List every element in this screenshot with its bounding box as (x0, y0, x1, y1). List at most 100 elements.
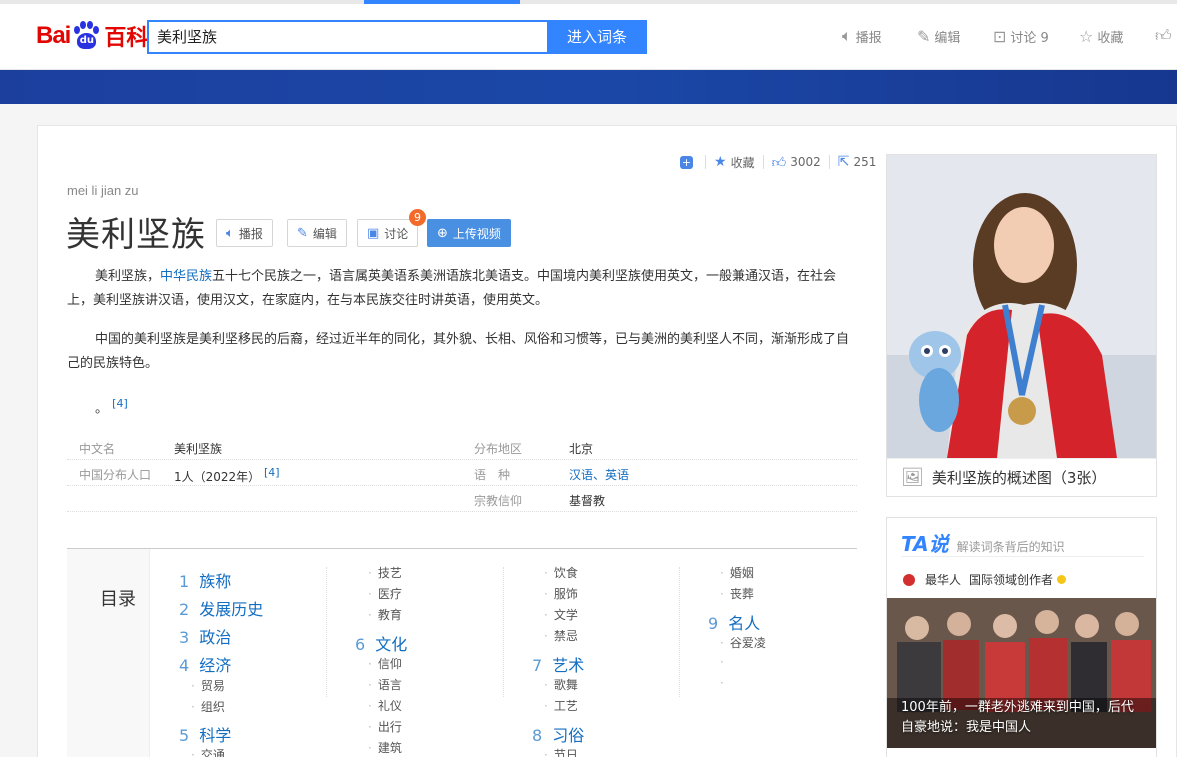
share-icon[interactable]: ⇱ (838, 154, 850, 170)
infobox-value: 北京 (569, 442, 594, 456)
header-collect-label: 收藏 (1097, 30, 1124, 46)
collect-label[interactable]: 收藏 (731, 154, 755, 171)
toc-item[interactable]: 8 习俗 (532, 722, 584, 746)
toc-subitem[interactable]: · 教育 (368, 606, 402, 623)
search-input[interactable]: 美利坚族 (147, 20, 548, 54)
toc-subitem[interactable]: · 礼仪 (368, 697, 402, 714)
toc-item[interactable]: 2 发展历史 (179, 596, 263, 620)
reference-link[interactable]: [4] (264, 466, 280, 479)
toc-item[interactable]: 7 艺术 (532, 652, 584, 676)
header-discuss-button[interactable]: ⊡ 讨论 9 (993, 24, 1049, 48)
toc-subitem[interactable]: · 婚姻 (720, 564, 754, 581)
discuss-label: 讨论 (384, 226, 409, 241)
infobox-value: 基督教 (569, 494, 606, 508)
toc-subitem[interactable]: · 禁忌 (544, 627, 578, 644)
toc-item[interactable]: 3 政治 (179, 624, 231, 648)
comment-icon: ⊡ (993, 26, 1007, 46)
header-collect-button[interactable]: ☆ 收藏 (1079, 24, 1123, 48)
ta-author[interactable]: 最华人 国际领域创作者 (903, 571, 1067, 588)
toc-subitem[interactable]: · 谷爱凌 (720, 634, 766, 651)
pencil-icon: ✎ (917, 26, 931, 46)
toc-subitem[interactable]: · 饮食 (544, 564, 578, 581)
toc-subitem[interactable]: · 工艺 (544, 697, 578, 714)
toc-subitem[interactable]: · 歌舞 (544, 676, 578, 693)
pencil-icon: ✎ (297, 225, 308, 241)
header-discuss-label: 讨论 9 (1010, 30, 1049, 46)
toc-item[interactable]: 5 科学 (179, 722, 231, 746)
star-icon: ☆ (1079, 26, 1094, 46)
infobox: 中文名 美利坚族 分布地区 北京 中国分布人口 1人（2022年） [4] 语 … (67, 434, 857, 512)
verified-badge-icon (1057, 575, 1067, 584)
logo-bai: Bai (36, 22, 71, 49)
toc-item[interactable]: 9 名人 (708, 610, 760, 634)
speaker-icon: 🔈︎ (842, 26, 852, 45)
toc-subitem[interactable]: · 贸易 (191, 677, 225, 694)
summary-paragraph-3: 。 [4] (95, 397, 128, 417)
upload-video-button[interactable]: ⊕ 上传视频 (427, 219, 511, 247)
logo-baike: 百科 (104, 26, 149, 51)
overview-album[interactable]: 🖼︎ 美利坚族的概述图（3张） (886, 154, 1157, 497)
summary-paragraph-2: 中国的美利坚族是美利坚移民的后裔，经过近半年的同化，其外貌、长相、风俗和习惯等，… (67, 332, 850, 371)
toc-subitem[interactable]: · 组织 (191, 698, 225, 715)
toc-item[interactable]: 4 经济 (179, 652, 231, 676)
edit-button[interactable]: ✎ 编辑 (287, 219, 347, 247)
infobox-value: 美利坚族 (174, 442, 223, 456)
ta-article-card[interactable]: 100年前，一群老外逃难来到中国，后代自豪地说：我是中国人 (887, 598, 1156, 748)
broadcast-label: 播报 (238, 226, 263, 241)
link-yingyu[interactable]: 英语 (605, 468, 629, 482)
discuss-count-badge: 9 (409, 209, 426, 226)
page-title: 美利坚族 (66, 215, 206, 255)
header-like-button[interactable]: 👍︎ (1155, 24, 1176, 48)
toc-item[interactable]: 6 文化 (355, 631, 407, 655)
upload-video-label: 上传视频 (452, 226, 501, 241)
skier-photo-illustration (887, 155, 1156, 458)
infobox-key: 中文名 (79, 442, 116, 456)
header-broadcast-label: 播报 (855, 30, 882, 46)
speaker-icon: 🔈︎ (226, 225, 234, 241)
infobox-key: 分布地区 (474, 442, 523, 456)
toc-subitem[interactable]: · 节日 (544, 746, 578, 757)
toc-label-box: 目录 (67, 549, 150, 757)
summary-paragraph-1: 美利坚族，中华民族五十七个民族之一，语言属英美语系美洲语族北美语支。中国境内美利… (67, 269, 837, 308)
toc-subitem[interactable]: · 建筑 (368, 739, 402, 756)
share-count: 251 (853, 155, 877, 169)
header-edit-button[interactable]: ✎ 编辑 (917, 24, 960, 48)
reference-link[interactable]: [4] (112, 397, 128, 410)
infobox-value: 1人（2022年） [4] (174, 466, 280, 484)
link-zhonghua-minzu[interactable]: 中华民族 (160, 269, 212, 284)
link-hanyu[interactable]: 汉语 (569, 468, 593, 482)
toc-subitem[interactable]: · 技艺 (368, 564, 402, 581)
thumb-up-icon[interactable]: 👍︎ (772, 154, 787, 171)
toc-subitem[interactable]: · 服饰 (544, 585, 578, 602)
enter-entry-button[interactable]: 进入词条 (547, 20, 647, 54)
infobox-row: 中国分布人口 1人（2022年） [4] 语 种 汉语、英语 (67, 460, 857, 486)
ta-says-subtitle: 解读词条背后的知识 (956, 540, 1065, 554)
add-icon[interactable]: + (680, 155, 693, 169)
header-edit-label: 编辑 (934, 30, 961, 46)
discuss-button[interactable]: ▣ 讨论 (357, 219, 419, 247)
toc-subitem[interactable]: · 医疗 (368, 585, 402, 602)
album-photo[interactable] (887, 155, 1156, 458)
header-broadcast-button[interactable]: 🔈︎ 播报 (842, 24, 882, 48)
ta-says-logo: TA说 (901, 532, 949, 556)
toc-item[interactable]: 1 族称 (179, 568, 231, 592)
album-caption[interactable]: 🖼︎ 美利坚族的概述图（3张） (887, 458, 1156, 496)
baidu-baike-logo[interactable]: Bai du 百科 (36, 18, 148, 54)
broadcast-button[interactable]: 🔈︎ 播报 (216, 219, 273, 247)
author-role: 国际领域创作者 (969, 573, 1054, 587)
toc-subitem[interactable]: · 信仰 (368, 655, 402, 672)
toc-subitem: · (720, 655, 724, 669)
toc-subitem[interactable]: · 文学 (544, 606, 578, 623)
toc-subitem[interactable]: · 交通 (191, 746, 225, 757)
header: Bai du 百科 美利坚族 进入词条 🔈︎ 播报 ✎ 编辑 ⊡ 讨论 9 ☆ … (0, 4, 1177, 70)
ta-says-card: TA说 解读词条背后的知识 最华人 国际领域创作者 100年前，一群老外逃难来到… (886, 517, 1157, 757)
toc-subitem[interactable]: · 出行 (368, 718, 402, 735)
ta-says-header: TA说 解读词条背后的知识 (901, 528, 1065, 557)
toc-subitem[interactable]: · 语言 (368, 676, 402, 693)
album-caption-text: 美利坚族的概述图（3张） (931, 469, 1107, 487)
star-icon[interactable]: ★ (714, 154, 727, 170)
toc-subitem[interactable]: · 丧葬 (720, 585, 754, 602)
plus-circle-icon: ⊕ (437, 225, 448, 241)
author-avatar (903, 573, 915, 586)
ta-article-headline[interactable]: 100年前，一群老外逃难来到中国，后代自豪地说：我是中国人 (901, 698, 1146, 738)
